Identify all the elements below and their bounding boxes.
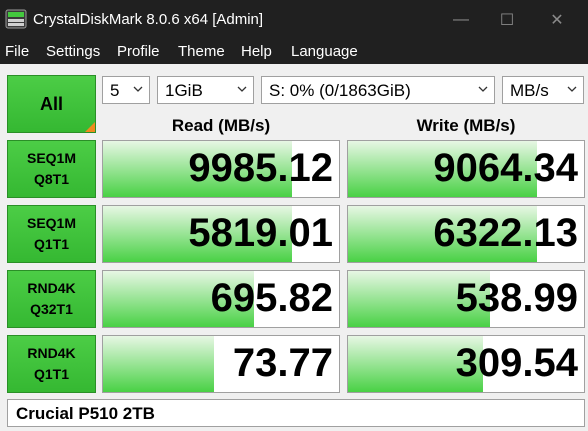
chevron-down-icon [237, 86, 247, 92]
read-result: 9985.12 [102, 140, 340, 198]
test-name: RND4K [27, 345, 76, 361]
comment-text: Crucial P510 2TB [16, 404, 155, 423]
title-bar: CrystalDiskMark 8.0.6 x64 [Admin] — ☐ ✕ [0, 0, 588, 40]
maximize-button[interactable]: ☐ [484, 0, 530, 40]
drive-select[interactable]: S: 0% (0/1863GiB) [261, 76, 495, 104]
test-name: RND4K [27, 280, 76, 296]
test-queue: Q32T1 [30, 301, 73, 317]
write-value: 309.54 [455, 341, 578, 385]
test-name: SEQ1M [26, 215, 76, 231]
minimize-button[interactable]: — [438, 0, 484, 40]
menu-settings[interactable]: Settings [46, 43, 100, 60]
close-button[interactable]: ✕ [534, 0, 580, 40]
read-value: 695.82 [210, 276, 333, 320]
read-value: 73.77 [232, 341, 333, 385]
menu-file[interactable]: File [5, 43, 29, 60]
window-title: CrystalDiskMark 8.0.6 x64 [Admin] [33, 11, 264, 28]
test-button-rnd4k-q32t1[interactable]: RND4K Q32T1 [7, 270, 96, 328]
drive-value: S: 0% (0/1863GiB) [269, 81, 411, 100]
test-button-seq1m-q1t1[interactable]: SEQ1M Q1T1 [7, 205, 96, 263]
test-name: SEQ1M [26, 150, 76, 166]
comment-field[interactable]: Crucial P510 2TB [7, 399, 585, 427]
test-button-rnd4k-q1t1[interactable]: RND4K Q1T1 [7, 335, 96, 393]
unit-value: MB/s [510, 81, 549, 100]
read-result: 5819.01 [102, 205, 340, 263]
read-value: 9985.12 [188, 146, 333, 190]
write-result: 6322.13 [347, 205, 585, 263]
all-button[interactable]: All [7, 75, 96, 133]
chevron-down-icon [133, 86, 143, 92]
all-button-label: All [39, 93, 63, 114]
test-queue: Q1T1 [33, 236, 69, 252]
test-size-select[interactable]: 1GiB [157, 76, 254, 104]
menu-help[interactable]: Help [241, 43, 272, 60]
chevron-down-icon [567, 86, 577, 92]
read-value: 5819.01 [188, 211, 333, 255]
menu-theme[interactable]: Theme [178, 43, 225, 60]
test-queue: Q8T1 [33, 171, 69, 187]
read-result: 695.82 [102, 270, 340, 328]
test-count-value: 5 [110, 81, 120, 100]
read-bar [103, 336, 214, 392]
menu-profile[interactable]: Profile [117, 43, 160, 60]
write-value: 538.99 [455, 276, 578, 320]
write-value: 6322.13 [433, 211, 578, 255]
test-queue: Q1T1 [33, 366, 69, 382]
read-column-header: Read (MB/s) [171, 116, 271, 135]
write-result: 9064.34 [347, 140, 585, 198]
chevron-down-icon [478, 86, 488, 92]
write-column-header: Write (MB/s) [416, 116, 516, 135]
write-result: 309.54 [347, 335, 585, 393]
test-size-value: 1GiB [165, 81, 203, 100]
test-count-select[interactable]: 5 [102, 76, 150, 104]
read-result: 73.77 [102, 335, 340, 393]
corner-marker [85, 122, 95, 132]
menu-bar: File Settings Profile Theme Help Languag… [0, 40, 588, 64]
write-value: 9064.34 [433, 146, 578, 190]
app-icon [5, 9, 27, 29]
write-result: 538.99 [347, 270, 585, 328]
unit-select[interactable]: MB/s [502, 76, 584, 104]
menu-language[interactable]: Language [291, 43, 358, 60]
test-button-seq1m-q8t1[interactable]: SEQ1M Q8T1 [7, 140, 96, 198]
